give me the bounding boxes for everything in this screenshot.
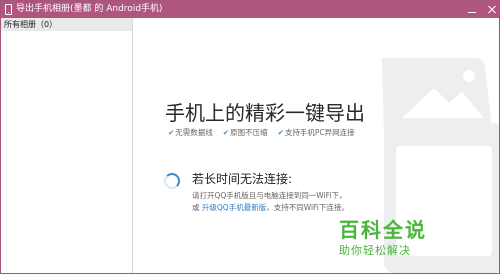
check-icon: ✔ [168,128,175,137]
hint-suffix: ，支持不同WiFi下连接。 [266,203,349,212]
all-albums-item[interactable]: 所有相册（0） [1,18,132,31]
check-icon: ✔ [222,128,230,137]
window-title: 导出手机相册(墨都 的 Android手机) [16,4,163,14]
headline: 手机上的精彩一键导出 [165,101,365,125]
status-hint-upgrade: 或 升级QQ手机最新版，支持不同WiFi下连接。 [192,203,349,213]
feature-item: ✔支持手机PC异网连接 [278,128,355,138]
feature-label: 原图不压缩 [230,128,268,137]
export-photos-window: 导出手机相册(墨都 的 Android手机) 所有相册（0） 手机上的精彩一键导… [0,0,500,274]
minimize-icon[interactable] [467,5,477,15]
sun-shape [463,70,475,82]
status-title: 若长时间无法连接: [192,172,293,186]
feature-item: ✔原图不压缩 [223,128,268,138]
hint-prefix: 或 [192,203,200,212]
loading-spinner-icon [164,173,180,189]
window-controls [467,1,497,18]
check-icon: ✔ [277,128,284,137]
feature-label: 支持手机PC异网连接 [284,128,355,137]
feature-list: ✔无需数据线 ✔原图不压缩 ✔支持手机PC异网连接 [168,128,355,138]
main-panel: 手机上的精彩一键导出 ✔无需数据线 ✔原图不压缩 ✔支持手机PC异网连接 若长时… [134,18,499,273]
watermark-title: 百科全说 [339,218,427,242]
title-bar[interactable]: 导出手机相册(墨都 的 Android手机) [1,1,499,18]
watermark-subtitle: 助你轻松解决 [339,244,411,257]
upgrade-qq-link[interactable]: 升级QQ手机最新版 [202,203,266,212]
album-sidebar: 所有相册（0） [1,18,133,273]
close-icon[interactable] [487,5,497,15]
phone-icon [5,4,12,15]
status-hint-wifi: 请打开QQ手机版且与电脑连接到同一WiFi下， [192,191,347,200]
feature-item: ✔无需数据线 [168,128,213,138]
watermark: 百科全说 助你轻松解决 [339,218,459,258]
feature-label: 无需数据线 [175,128,213,137]
